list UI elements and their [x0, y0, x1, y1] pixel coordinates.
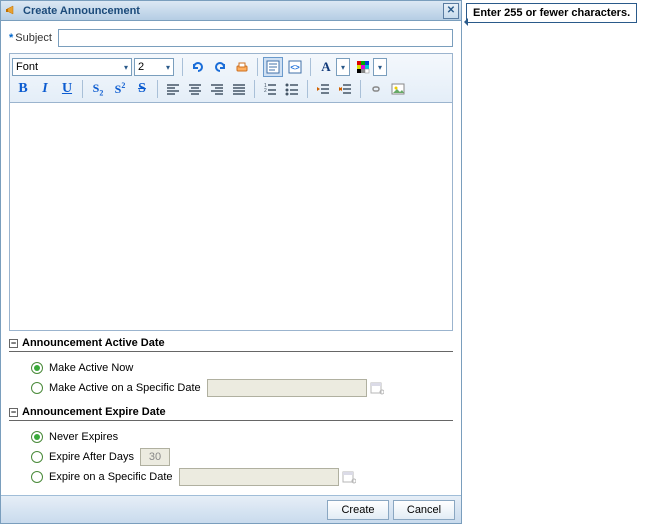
svg-text:2: 2	[264, 88, 267, 94]
calendar-icon[interactable]	[341, 469, 357, 485]
subject-input[interactable]	[58, 29, 453, 47]
subscript-button[interactable]: S2	[88, 79, 108, 99]
separator	[254, 80, 255, 98]
collapse-toggle-active[interactable]: −	[9, 339, 18, 348]
link-button[interactable]	[366, 79, 386, 99]
separator	[157, 80, 158, 98]
label-make-active-date: Make Active on a Specific Date	[49, 382, 201, 394]
superscript-button[interactable]: S2	[110, 79, 130, 99]
expire-days-input	[140, 448, 170, 466]
separator	[9, 420, 453, 421]
label-make-active-now: Make Active Now	[49, 362, 133, 374]
expire-date-input	[179, 468, 339, 486]
font-family-select[interactable]: Font ▾	[12, 58, 132, 76]
subject-label: Subject	[15, 32, 52, 44]
chevron-down-icon: ▾	[166, 63, 170, 72]
label-expire-after-days: Expire After Days	[49, 451, 134, 463]
background-color-dropdown[interactable]: ▾	[373, 58, 387, 76]
background-color-button[interactable]	[353, 57, 373, 77]
rich-text-editor[interactable]	[9, 103, 453, 331]
undo-button[interactable]	[188, 57, 208, 77]
separator	[360, 80, 361, 98]
collapse-toggle-expire[interactable]: −	[9, 408, 18, 417]
unordered-list-button[interactable]	[282, 79, 302, 99]
align-center-button[interactable]	[185, 79, 205, 99]
font-family-value: Font	[16, 61, 38, 73]
italic-button[interactable]: I	[35, 79, 55, 99]
align-left-button[interactable]	[163, 79, 183, 99]
ordered-list-button[interactable]: 12	[260, 79, 280, 99]
cancel-button[interactable]: Cancel	[393, 500, 455, 520]
separator	[257, 58, 258, 76]
radio-make-active-date[interactable]	[31, 382, 43, 394]
validation-tooltip: Enter 255 or fewer characters.	[466, 3, 637, 23]
close-button[interactable]: ✕	[443, 3, 459, 19]
rich-text-mode-button[interactable]	[263, 57, 283, 77]
active-date-input	[207, 379, 367, 397]
svg-text:<>: <>	[290, 63, 300, 72]
font-size-value: 2	[138, 61, 144, 73]
underline-button[interactable]: U	[57, 79, 77, 99]
section-title-active: Announcement Active Date	[22, 337, 165, 349]
label-expire-on-date: Expire on a Specific Date	[49, 471, 173, 483]
redo-button[interactable]	[210, 57, 230, 77]
font-color-button[interactable]: A	[316, 57, 336, 77]
radio-never-expires[interactable]	[31, 431, 43, 443]
radio-make-active-now[interactable]	[31, 362, 43, 374]
dialog-title: Create Announcement	[23, 5, 443, 17]
radio-expire-after-days[interactable]	[31, 451, 43, 463]
section-title-expire: Announcement Expire Date	[22, 406, 166, 418]
create-button[interactable]: Create	[327, 500, 389, 520]
font-color-dropdown[interactable]: ▾	[336, 58, 350, 76]
separator	[9, 351, 453, 352]
separator	[310, 58, 311, 76]
label-never-expires: Never Expires	[49, 431, 118, 443]
image-button[interactable]	[388, 79, 408, 99]
rich-text-toolbar: Font ▾ 2 ▾ <> A ▾ ▾	[9, 53, 453, 103]
outdent-button[interactable]	[313, 79, 333, 99]
strikethrough-button[interactable]: S	[132, 79, 152, 99]
align-right-button[interactable]	[207, 79, 227, 99]
separator	[82, 80, 83, 98]
announcement-icon	[5, 4, 19, 18]
chevron-down-icon: ▾	[124, 63, 128, 72]
align-justify-button[interactable]	[229, 79, 249, 99]
source-mode-button[interactable]: <>	[285, 57, 305, 77]
indent-button[interactable]	[335, 79, 355, 99]
separator	[182, 58, 183, 76]
erase-button[interactable]	[232, 57, 252, 77]
radio-expire-on-date[interactable]	[31, 471, 43, 483]
bold-button[interactable]: B	[13, 79, 33, 99]
calendar-icon[interactable]	[369, 380, 385, 396]
required-marker: *	[9, 32, 13, 44]
font-size-select[interactable]: 2 ▾	[134, 58, 174, 76]
separator	[307, 80, 308, 98]
